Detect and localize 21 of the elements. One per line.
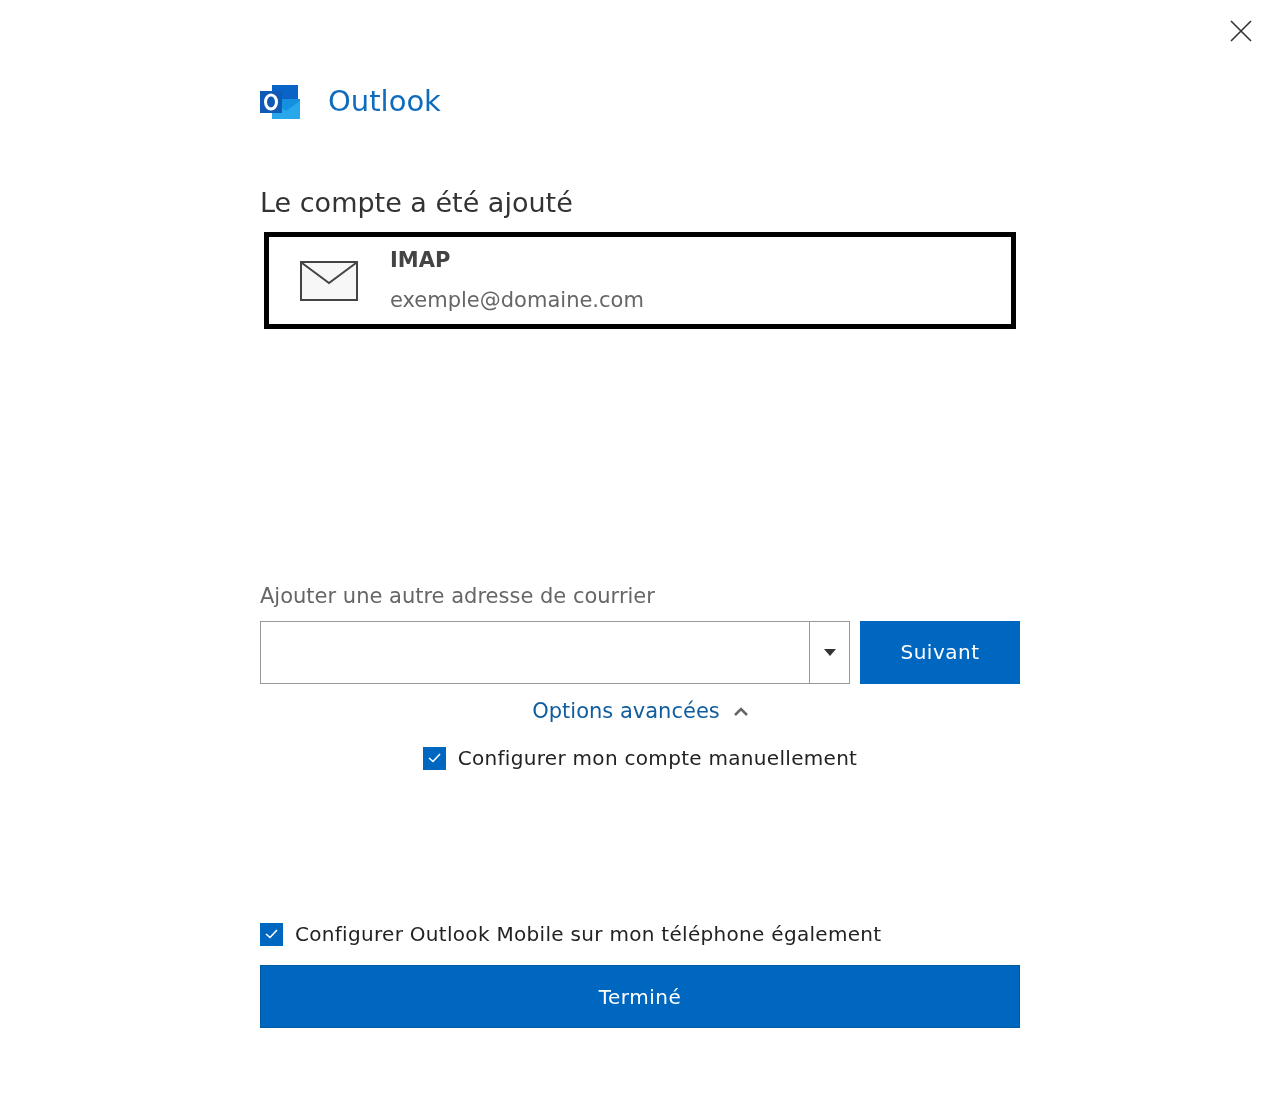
done-button[interactable]: Terminé bbox=[260, 965, 1020, 1028]
checkmark-icon bbox=[427, 753, 441, 763]
close-icon bbox=[1230, 20, 1252, 42]
outlook-logo-icon bbox=[260, 85, 300, 119]
account-card[interactable]: IMAP exemple@domaine.com bbox=[264, 232, 1016, 329]
checkbox-label: Configurer mon compte manuellement bbox=[457, 745, 858, 772]
email-combobox[interactable] bbox=[260, 620, 850, 684]
account-email: exemple@domaine.com bbox=[390, 286, 644, 314]
checkbox[interactable] bbox=[260, 922, 283, 946]
close-button[interactable] bbox=[1228, 18, 1254, 44]
checkbox[interactable] bbox=[422, 746, 446, 770]
checkbox-label: Configurer Outlook Mobile sur mon téléphone également bbox=[295, 921, 882, 948]
mail-icon bbox=[300, 260, 358, 301]
page-heading: Le compte a été ajouté bbox=[260, 186, 574, 220]
field-label: Ajouter une autre adresse de courrier bbox=[260, 583, 656, 610]
caret-down-icon bbox=[823, 648, 836, 656]
checkmark-icon bbox=[265, 929, 278, 939]
account-type: IMAP bbox=[390, 247, 452, 274]
app-name: Outlook bbox=[328, 83, 441, 121]
advanced-options-link[interactable]: Options avancées bbox=[532, 695, 748, 727]
next-button[interactable]: Suivant bbox=[860, 620, 1020, 684]
